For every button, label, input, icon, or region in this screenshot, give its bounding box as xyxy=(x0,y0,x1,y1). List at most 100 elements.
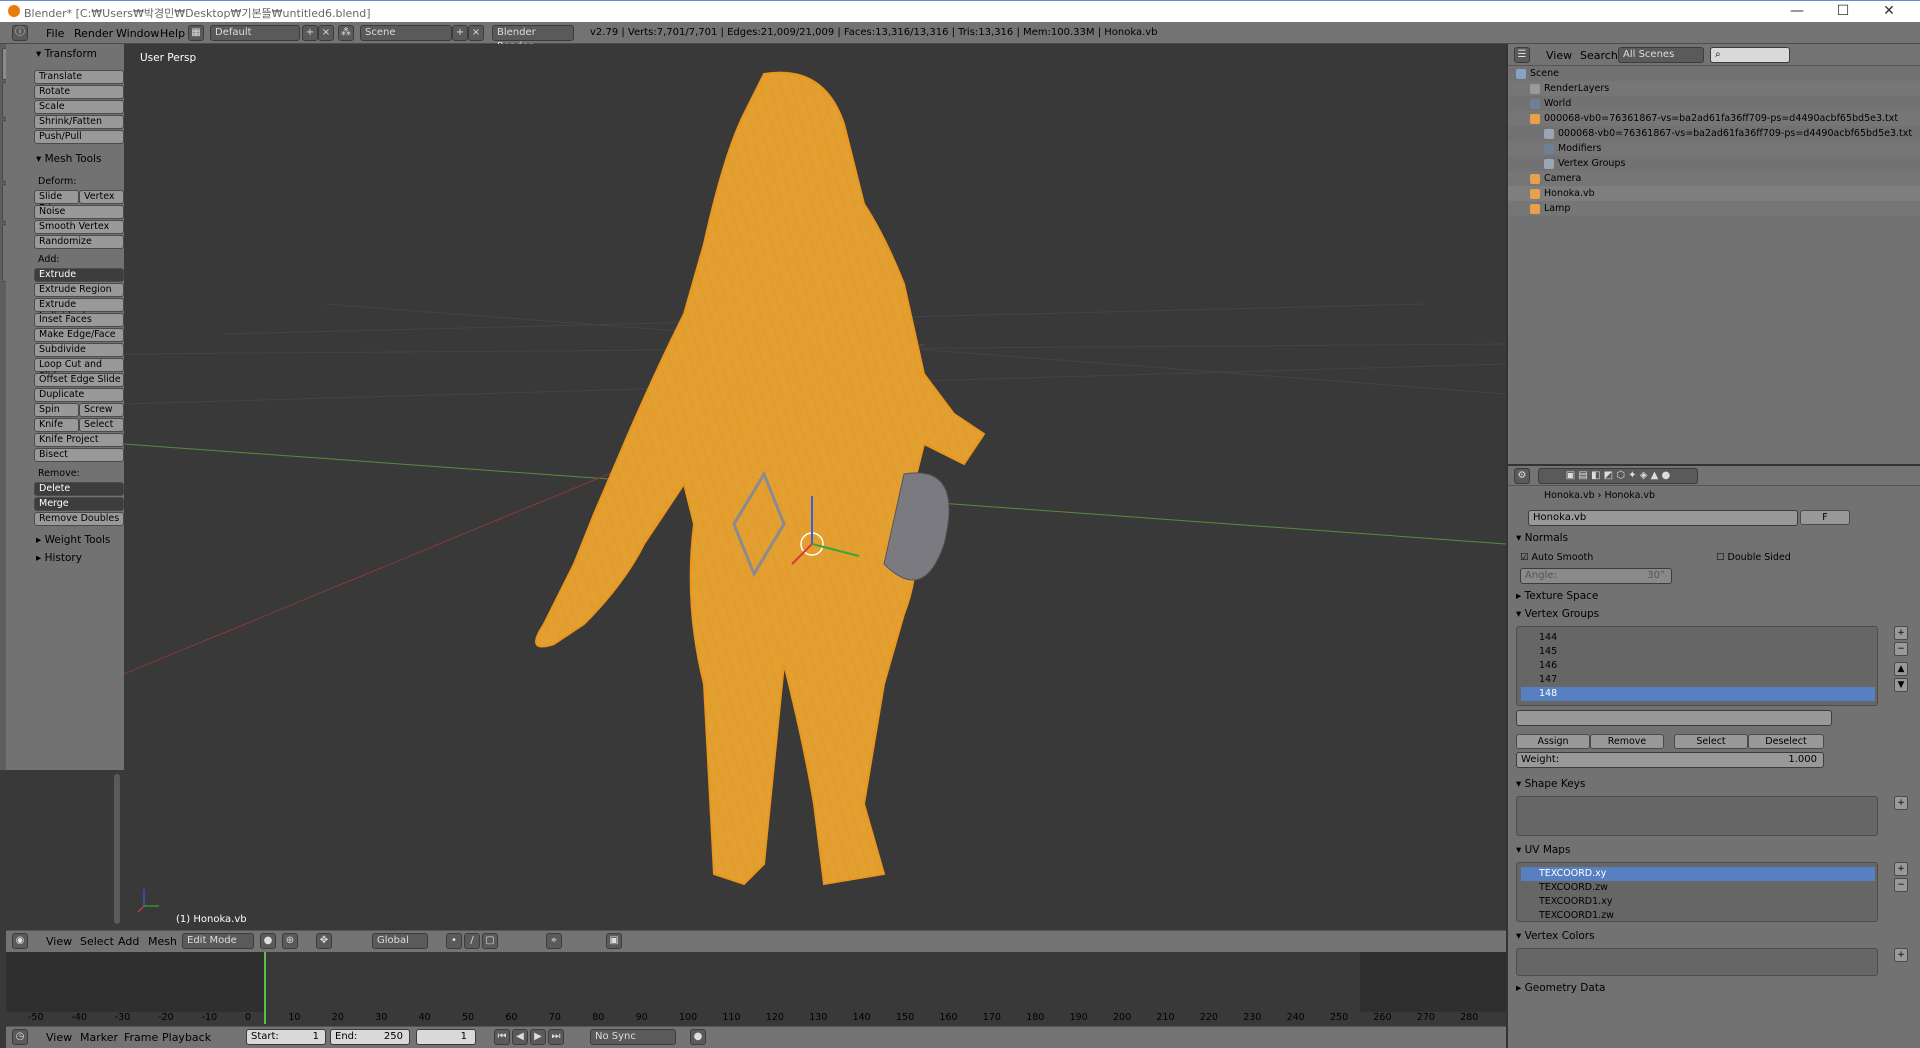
angle-field[interactable]: Angle: 30° xyxy=(1520,568,1672,584)
uv-map-item[interactable]: TEXCOORD.zw xyxy=(1521,881,1875,895)
play-icon[interactable]: ▶ xyxy=(530,1029,546,1045)
outliner-row[interactable]: Scene xyxy=(1508,66,1920,81)
smooth-vertex-button[interactable]: Smooth Vertex xyxy=(34,220,124,234)
uv-map-item[interactable]: TEXCOORD1.xy xyxy=(1521,895,1875,909)
outliner-row[interactable]: Camera xyxy=(1508,171,1920,186)
vertex-group-item[interactable]: 147 xyxy=(1521,673,1875,687)
merge-menu[interactable]: Merge xyxy=(34,497,124,511)
tl-menu-marker[interactable]: Marker xyxy=(80,1031,118,1044)
translate-button[interactable]: Translate xyxy=(34,70,124,84)
remove-vertex-group-button[interactable]: − xyxy=(1894,642,1908,656)
scene-icon[interactable]: ⁂ xyxy=(338,25,354,41)
vp-menu-select[interactable]: Select xyxy=(80,935,114,948)
add-vertex-color-button[interactable]: + xyxy=(1894,948,1908,962)
render-engine-select[interactable]: Blender Render xyxy=(492,25,574,52)
vp-menu-mesh[interactable]: Mesh xyxy=(148,935,177,948)
menu-render[interactable]: Render xyxy=(74,27,113,40)
screw-button[interactable]: Screw xyxy=(79,403,124,417)
outliner-row[interactable]: RenderLayers xyxy=(1508,81,1920,96)
minimize-button[interactable]: — xyxy=(1774,1,1820,23)
add-scene-icon[interactable]: + xyxy=(452,25,468,41)
outliner-row[interactable]: World xyxy=(1508,96,1920,111)
menu-help[interactable]: Help xyxy=(160,27,185,40)
history-panel-header[interactable]: ▸ History xyxy=(36,552,82,564)
maximize-button[interactable]: ☐ xyxy=(1820,1,1866,23)
shading-icon[interactable]: ● xyxy=(260,933,276,949)
vertex-group-item[interactable]: 148 xyxy=(1521,687,1875,701)
knife-button[interactable]: Knife xyxy=(34,418,79,432)
outliner-row[interactable]: Honoka.vb xyxy=(1508,186,1920,201)
assign-button[interactable]: Assign xyxy=(1516,734,1590,749)
add-uv-map-button[interactable]: + xyxy=(1894,862,1908,876)
double-sided-checkbox[interactable]: ☐ Double Sided xyxy=(1716,552,1791,563)
select-button[interactable]: Select xyxy=(1674,734,1748,749)
pivot-icon[interactable]: ⊕ xyxy=(282,933,298,949)
start-frame-field[interactable]: Start: 1 xyxy=(246,1029,326,1045)
layout-grid-icon[interactable]: ▦ xyxy=(188,25,204,41)
scene-field[interactable]: Scene xyxy=(360,25,452,41)
deselect-button[interactable]: Deselect xyxy=(1748,734,1824,749)
shape-keys-list[interactable] xyxy=(1516,796,1878,836)
noise-button[interactable]: Noise xyxy=(34,205,124,219)
transform-panel-header[interactable]: ▾ Transform xyxy=(36,48,97,60)
outliner-search-field[interactable]: ⌕ xyxy=(1710,47,1790,63)
scale-button[interactable]: Scale xyxy=(34,100,124,114)
properties-context-tabs[interactable]: ▣ ▤ ◧ ◩ ⬡ ✦ ◈ ▲ ● xyxy=(1538,468,1698,484)
outliner-row[interactable]: 000068-vb0=76361867-vs=ba2ad61fa36ff709-… xyxy=(1508,126,1920,141)
vp-menu-add[interactable]: Add xyxy=(118,935,139,948)
normals-panel-header[interactable]: ▾ Normals xyxy=(1516,532,1568,544)
face-select-icon[interactable]: ▢ xyxy=(482,933,498,949)
timeline-editor-type-icon[interactable]: ◷ xyxy=(12,1029,28,1045)
fake-user-button[interactable]: F xyxy=(1800,510,1850,525)
snap-icon[interactable]: ⌖ xyxy=(546,933,562,949)
outliner-row[interactable]: 000068-vb0=76361867-vs=ba2ad61fa36ff709-… xyxy=(1508,111,1920,126)
vertex-colors-list[interactable] xyxy=(1516,948,1878,976)
editor-type-icon[interactable]: ⓘ xyxy=(12,25,28,41)
texture-space-panel-header[interactable]: ▸ Texture Space xyxy=(1516,590,1598,602)
vertex-group-item[interactable]: 146 xyxy=(1521,659,1875,673)
extrude-menu[interactable]: Extrude xyxy=(34,268,124,282)
outliner-row[interactable]: Modifiers xyxy=(1508,141,1920,156)
uv-map-item[interactable]: TEXCOORD1.zw xyxy=(1521,909,1875,923)
move-up-button[interactable]: ▲ xyxy=(1894,662,1908,676)
timeline-editor[interactable]: -50 -40 -30 -20 -10 0 10 20 30 40 50 60 70 80 90 100 110… xyxy=(6,952,1506,1028)
breadcrumb-object[interactable]: Honoka.vb xyxy=(1544,490,1595,501)
uv-maps-list[interactable]: TEXCOORD.xy TEXCOORD.zw TEXCOORD1.xy TEXCOO… xyxy=(1516,862,1878,922)
outliner-display-select[interactable]: All Scenes xyxy=(1618,47,1704,63)
extrude-region-button[interactable]: Extrude Region xyxy=(34,283,124,297)
push-pull-button[interactable]: Push/Pull xyxy=(34,130,124,144)
bisect-button[interactable]: Bisect xyxy=(34,448,124,462)
breadcrumb-mesh[interactable]: Honoka.vb xyxy=(1604,490,1655,501)
loop-cut-slide-button[interactable]: Loop Cut and Slide xyxy=(34,358,124,382)
vertex-slide-button[interactable]: Vertex xyxy=(79,190,124,204)
3d-viewport[interactable]: User Persp (1) Honoka.vb xyxy=(124,44,1506,930)
extrude-individual-button[interactable]: Extrude Individual xyxy=(34,298,124,322)
remove-uv-map-button[interactable]: − xyxy=(1894,878,1908,892)
remove-layout-icon[interactable]: × xyxy=(318,25,334,41)
auto-smooth-checkbox[interactable]: ☑ Auto Smooth xyxy=(1520,552,1593,563)
spin-button[interactable]: Spin xyxy=(34,403,79,417)
orientation-select[interactable]: Global xyxy=(372,933,428,949)
subdivide-button[interactable]: Subdivide xyxy=(34,343,124,357)
outliner-row[interactable]: Vertex Groups xyxy=(1508,156,1920,171)
tl-menu-frame[interactable]: Frame xyxy=(124,1031,158,1044)
toolshelf-scrollbar[interactable] xyxy=(114,774,120,924)
shrink-fatten-button[interactable]: Shrink/Fatten xyxy=(34,115,124,129)
end-frame-field[interactable]: End: 250 xyxy=(330,1029,410,1045)
record-icon[interactable]: ● xyxy=(690,1029,706,1045)
menu-window[interactable]: Window xyxy=(116,27,159,40)
mesh-tools-panel-header[interactable]: ▾ Mesh Tools xyxy=(36,153,101,165)
current-frame-field[interactable]: 1 xyxy=(416,1029,476,1045)
render-icon[interactable]: ▣ xyxy=(606,933,622,949)
add-vertex-group-button[interactable]: + xyxy=(1894,626,1908,640)
vertex-colors-panel-header[interactable]: ▾ Vertex Colors xyxy=(1516,930,1595,942)
outliner-menu-search[interactable]: Search xyxy=(1580,49,1618,62)
outliner-menu-view[interactable]: View xyxy=(1546,49,1572,62)
knife-select-button[interactable]: Select xyxy=(79,418,124,432)
knife-project-button[interactable]: Knife Project xyxy=(34,433,124,447)
delete-menu[interactable]: Delete xyxy=(34,482,124,496)
screen-layout-field[interactable]: Default xyxy=(210,25,300,41)
slide-edge-button[interactable]: Slide Edge xyxy=(34,190,79,214)
tl-menu-playback[interactable]: Playback xyxy=(162,1031,211,1044)
sync-select[interactable]: No Sync xyxy=(590,1029,676,1045)
